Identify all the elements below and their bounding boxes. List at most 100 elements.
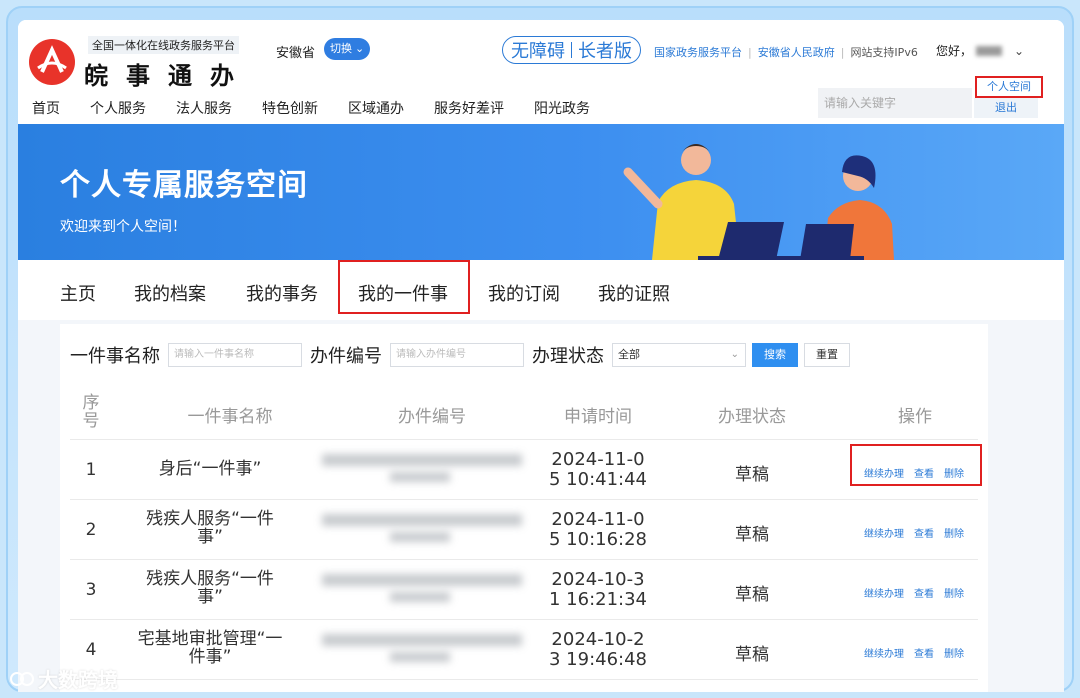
view-button[interactable]: 查看 (914, 585, 934, 600)
code-filter-input[interactable]: 请输入办件编号 (390, 343, 524, 367)
elder-mode-link[interactable]: 长者版 (578, 37, 632, 63)
nav-item-featured[interactable]: 特色创新 (262, 98, 318, 118)
row-status: 草稿 (735, 585, 769, 605)
nav-item-regional[interactable]: 区域通办 (348, 98, 404, 118)
search-input[interactable]: 请输入关键字 (818, 88, 972, 118)
row-name-line: 件事” (188, 647, 232, 667)
col-header-time: 申请时间 (564, 407, 632, 427)
view-button[interactable]: 查看 (914, 645, 934, 660)
row-time: 2024-11-0 5 10:16:28 (538, 510, 658, 550)
row-name: 身后“一件事” (130, 460, 290, 478)
accessibility-toggle[interactable]: 无障碍 长者版 (502, 36, 641, 64)
watermark-text: 大数跨境 (38, 668, 118, 692)
col-header-no: 序号 (82, 393, 100, 431)
accessibility-link[interactable]: 无障碍 (511, 37, 565, 63)
logout-button[interactable]: 退出 (974, 98, 1038, 118)
row-name-line: 身后“一件事” (158, 459, 262, 479)
chevron-down-icon: ⌄ (355, 42, 365, 55)
continue-button[interactable]: 继续办理 (864, 525, 904, 540)
col-header-status: 办理状态 (718, 407, 786, 427)
region-label: 安徽省 (276, 46, 316, 61)
row-time-line: 2024-11-0 (551, 509, 645, 530)
nav-item-personal[interactable]: 个人服务 (90, 98, 146, 118)
tab-my-certificates[interactable]: 我的证照 (598, 280, 670, 306)
col-header-name: 一件事名称 (187, 407, 273, 427)
table-row: 2 残疾人服务“一件 事” 2024-11-0 5 10:16:28 草稿 继续… (70, 500, 978, 560)
delete-button[interactable]: 删除 (944, 585, 964, 600)
tab-my-one-thing[interactable]: 我的一件事 (358, 280, 448, 306)
view-button[interactable]: 查看 (914, 525, 934, 540)
row-time: 2024-10-3 1 16:21:34 (538, 570, 658, 610)
redacted-code (390, 532, 450, 542)
national-platform-link[interactable]: 国家政务服务平台 (654, 44, 742, 60)
main-nav: 首页 个人服务 法人服务 特色创新 区域通办 服务好差评 阳光政务 (32, 98, 620, 118)
reset-button[interactable]: 重置 (804, 343, 850, 367)
nav-item-rating[interactable]: 服务好差评 (434, 98, 504, 118)
row-actions: 继续办理 查看 删除 (864, 585, 964, 600)
row-time: 2024-10-2 3 19:46:48 (538, 630, 658, 670)
switch-region-button[interactable]: 切换 ⌄ (324, 38, 371, 60)
nav-item-sunshine[interactable]: 阳光政务 (534, 98, 590, 118)
divider: | (840, 45, 845, 59)
redacted-code (390, 472, 450, 482)
redacted-code (322, 454, 522, 466)
row-name-line: 宅基地审批管理“一 (137, 629, 283, 649)
row-status: 草稿 (735, 465, 769, 485)
watermark: 大数跨境 (10, 664, 118, 693)
delete-button[interactable]: 删除 (944, 525, 964, 540)
row-time-line: 2024-11-0 (551, 449, 645, 470)
row-status: 草稿 (735, 525, 769, 545)
redacted-code (322, 574, 522, 586)
row-time-line: 1 16:21:34 (548, 589, 647, 610)
top-links: 国家政务服务平台 | 安徽省人民政府 | 网站支持IPv6 (654, 44, 918, 60)
greeting-text: 您好， (936, 44, 973, 58)
filter-bar: 一件事名称 请输入一件事名称 办件编号 请输入办件编号 办理状态 全部 ⌄ 搜索… (70, 342, 850, 368)
people-laptop-illustration (623, 144, 894, 260)
banner-subtitle: 欢迎来到个人空间！ (60, 219, 186, 235)
personal-space-link[interactable]: 个人空间 (975, 76, 1043, 98)
row-no: 1 (85, 460, 97, 480)
province-gov-link[interactable]: 安徽省人民政府 (758, 44, 835, 60)
row-actions: 继续办理 查看 删除 (864, 645, 964, 660)
platform-tag: 全国一体化在线政务服务平台 (88, 36, 239, 54)
site-logo-icon (29, 39, 75, 85)
search-button[interactable]: 搜索 (752, 343, 798, 367)
redacted-code (322, 634, 522, 646)
tab-my-subscriptions[interactable]: 我的订阅 (488, 280, 560, 306)
status-filter-select[interactable]: 全部 ⌄ (612, 343, 746, 367)
col-header-code: 办件编号 (398, 407, 466, 427)
table-header: 序号 一件事名称 办件编号 申请时间 办理状态 操作 (70, 388, 978, 440)
name-filter-input[interactable]: 请输入一件事名称 (168, 343, 302, 367)
chevron-down-icon: ⌄ (730, 349, 739, 360)
row-time: 2024-11-0 5 10:41:44 (538, 450, 658, 490)
row-time-line: 3 19:46:48 (548, 649, 647, 670)
name-filter-label: 一件事名称 (70, 346, 160, 367)
row-name-line: 事” (197, 527, 223, 547)
profile-tabs: 主页 我的档案 我的事务 我的一件事 我的订阅 我的证照 (18, 260, 1064, 320)
row-no: 3 (85, 580, 97, 600)
view-button[interactable]: 查看 (914, 465, 934, 480)
continue-button[interactable]: 继续办理 (864, 645, 904, 660)
continue-button[interactable]: 继续办理 (864, 465, 904, 480)
tab-my-affairs[interactable]: 我的事务 (246, 280, 318, 306)
nav-item-corporate[interactable]: 法人服务 (176, 98, 232, 118)
username-redacted (976, 45, 1003, 56)
row-actions: 继续办理 查看 删除 (864, 525, 964, 540)
tab-my-archive[interactable]: 我的档案 (134, 280, 206, 306)
divider (571, 42, 572, 58)
status-filter-label: 办理状态 (532, 346, 604, 367)
row-time-line: 5 10:41:44 (548, 469, 647, 490)
row-status: 草稿 (735, 645, 769, 665)
tab-home[interactable]: 主页 (60, 280, 96, 306)
site-header: 全国一体化在线政务服务平台 皖事通办 安徽省 切换 ⌄ 无障碍 长者版 国家政务… (18, 20, 1064, 124)
nav-item-home[interactable]: 首页 (32, 98, 60, 118)
delete-button[interactable]: 删除 (944, 645, 964, 660)
continue-button[interactable]: 继续办理 (864, 585, 904, 600)
row-actions: 继续办理 查看 删除 (864, 465, 964, 480)
row-no: 2 (85, 520, 97, 540)
table-row: 1 身后“一件事” 2024-11-0 5 10:41:44 草稿 继续办理 查… (70, 440, 982, 500)
user-menu[interactable]: 您好， ⌄ (936, 42, 1024, 59)
row-name: 残疾人服务“一件 事” (120, 570, 300, 606)
browser-window: 全国一体化在线政务服务平台 皖事通办 安徽省 切换 ⌄ 无障碍 长者版 国家政务… (18, 20, 1064, 692)
delete-button[interactable]: 删除 (944, 465, 964, 480)
